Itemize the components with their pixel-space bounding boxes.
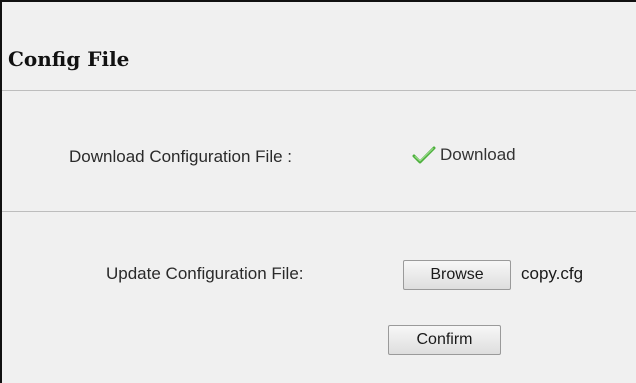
download-config-label: Download Configuration File : (69, 147, 293, 166)
checkmark-icon (412, 145, 436, 165)
browse-button[interactable]: Browse (403, 260, 511, 290)
config-file-panel: Config File Download Configuration File … (0, 0, 636, 383)
download-link[interactable]: Download (412, 145, 516, 165)
update-config-label: Update Configuration File: (106, 264, 304, 283)
selected-file-name: copy.cfg (521, 264, 584, 283)
section-divider (2, 211, 636, 212)
page-title: Config File (8, 47, 130, 71)
confirm-button[interactable]: Confirm (388, 325, 501, 355)
panel-header: Config File (2, 2, 636, 90)
header-divider (2, 90, 636, 91)
download-link-label: Download (440, 145, 516, 164)
